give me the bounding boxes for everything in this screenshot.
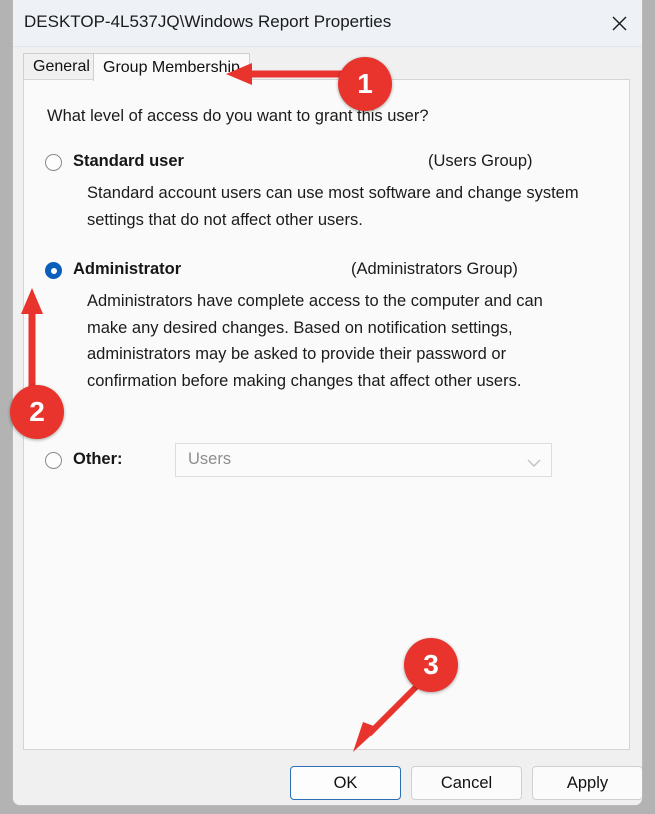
title-bar: DESKTOP-4L537JQ\Windows Report Propertie…: [13, 0, 642, 47]
option-administrator-group: (Administrators Group): [351, 260, 518, 278]
option-administrator-description: Administrators have complete access to t…: [87, 292, 543, 390]
option-standard-user-description: Standard account users can use most soft…: [87, 184, 579, 229]
apply-button[interactable]: Apply: [532, 766, 642, 800]
ok-button-label: OK: [333, 773, 358, 792]
option-standard-user-group: (Users Group): [428, 152, 533, 170]
annotation-arrow-1: [226, 63, 344, 85]
annotation-marker-1: 1: [338, 57, 392, 111]
option-other-label: Other:: [73, 450, 123, 468]
ok-button[interactable]: OK: [290, 766, 401, 800]
cancel-button-label: Cancel: [440, 773, 493, 792]
content-panel: What level of access do you want to gran…: [23, 79, 630, 750]
annotation-arrow-3: [353, 677, 426, 752]
radio-administrator[interactable]: [45, 262, 62, 279]
tab-general[interactable]: General: [23, 53, 100, 80]
close-icon[interactable]: [596, 0, 642, 46]
other-group-select[interactable]: Users: [175, 443, 552, 477]
radio-standard-user[interactable]: [45, 154, 62, 171]
dialog-footer: OK Cancel Apply: [13, 751, 642, 805]
option-standard-user-label: Standard user: [73, 152, 184, 170]
other-group-select-value: Users: [188, 450, 232, 468]
option-administrator-label: Administrator: [73, 260, 182, 278]
apply-button-label: Apply: [566, 773, 609, 792]
annotation-marker-2: 2: [10, 385, 64, 439]
cancel-button[interactable]: Cancel: [411, 766, 522, 800]
tab-general-label: General: [33, 58, 90, 75]
tab-group-membership-label: Group Membership: [103, 58, 240, 76]
properties-dialog: DESKTOP-4L537JQ\Windows Report Propertie…: [12, 0, 643, 806]
annotation-marker-3: 3: [404, 638, 458, 692]
radio-other[interactable]: [45, 452, 62, 469]
chevron-down-icon: [527, 455, 541, 473]
window-title: DESKTOP-4L537JQ\Windows Report Propertie…: [24, 12, 392, 31]
